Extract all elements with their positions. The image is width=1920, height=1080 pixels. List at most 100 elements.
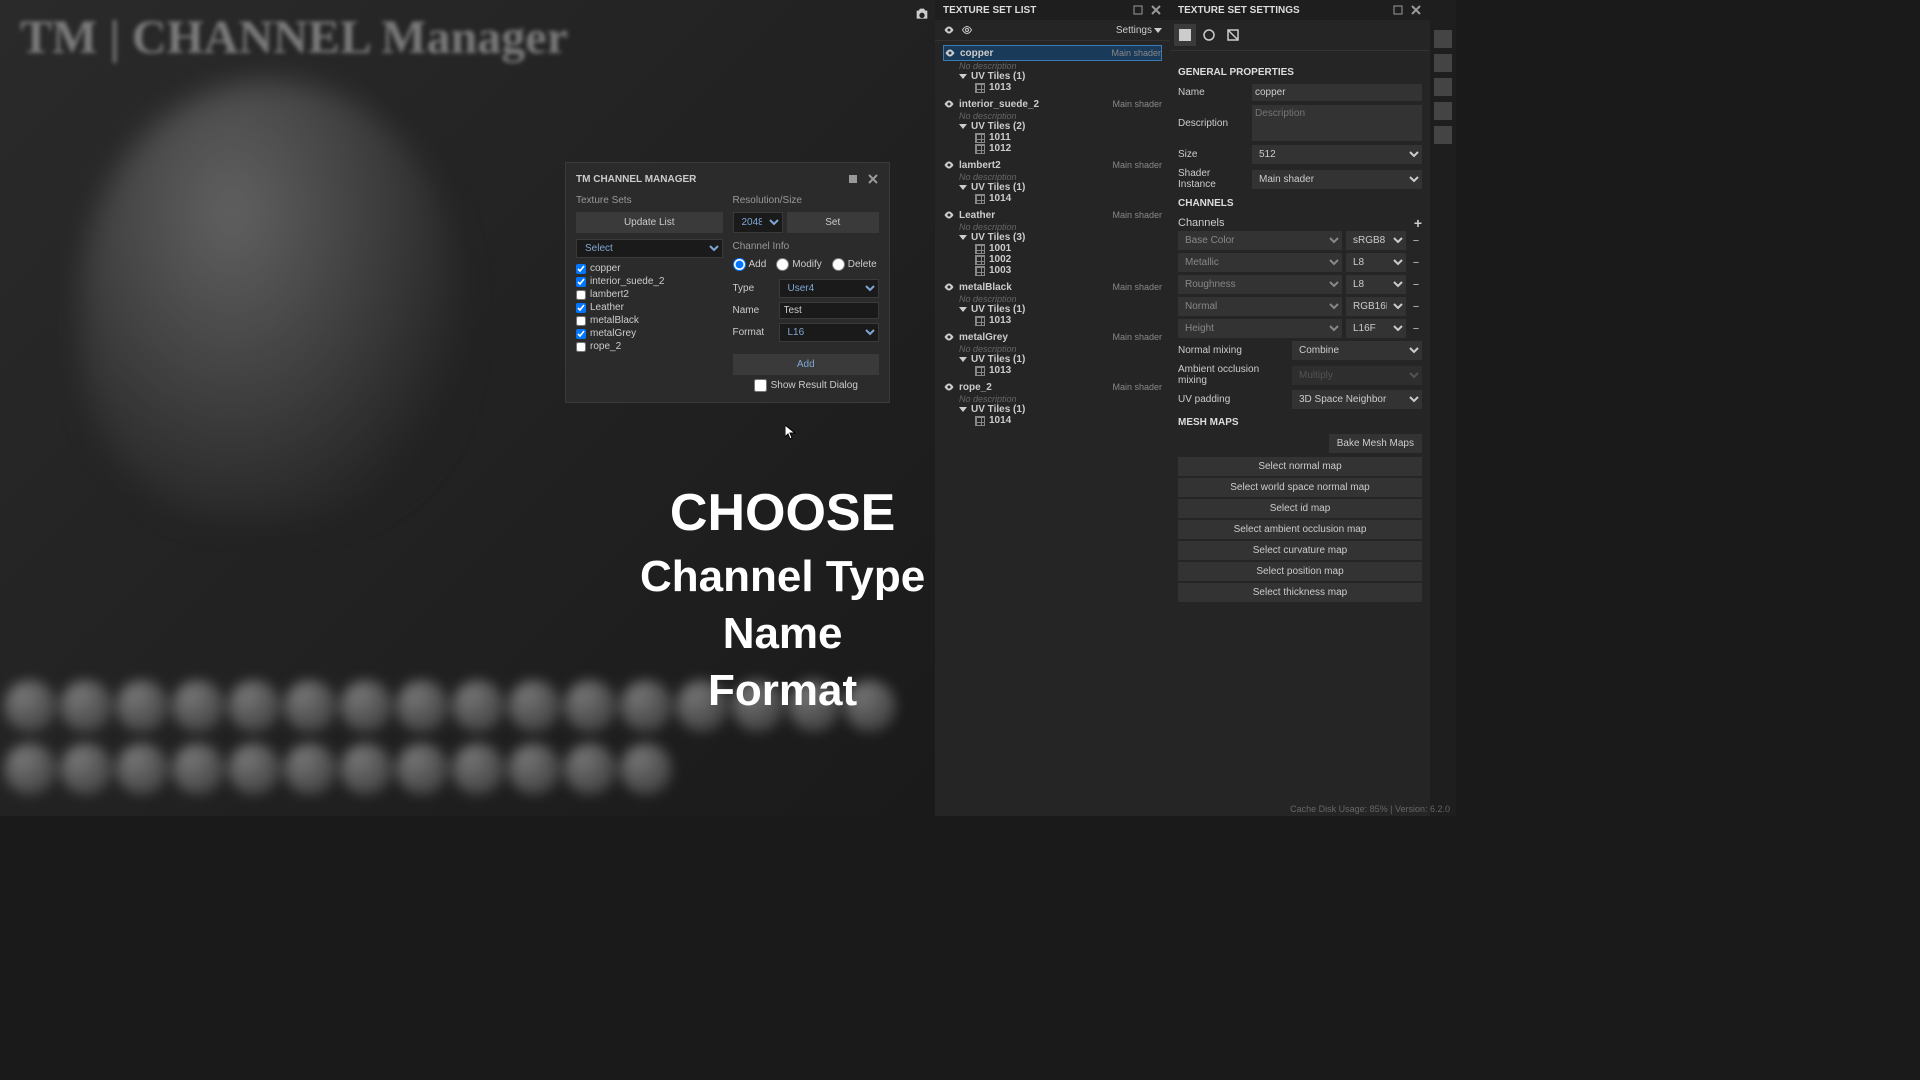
uv-tiles-row[interactable]: UV Tiles (1) (943, 182, 1162, 193)
delete-radio[interactable]: Delete (832, 258, 877, 271)
uv-tiles-row[interactable]: UV Tiles (2) (943, 121, 1162, 132)
bake-mesh-maps-button[interactable]: Bake Mesh Maps (1329, 434, 1422, 453)
tab-displacement[interactable] (1222, 24, 1244, 46)
mesh-map-button[interactable]: Select world space normal map (1178, 478, 1422, 497)
add-channel-button[interactable]: + (1414, 215, 1422, 231)
texture-set-row[interactable]: lambert2Main shader (943, 158, 1162, 172)
undock-icon[interactable] (1132, 4, 1144, 16)
mesh-map-button[interactable]: Select id map (1178, 499, 1422, 518)
camera-icon[interactable] (914, 6, 930, 22)
resolution-dropdown[interactable]: 2048 (733, 212, 783, 233)
remove-channel-button[interactable]: − (1410, 257, 1422, 269)
channel-name-dropdown[interactable]: Metallic (1178, 253, 1342, 272)
texture-set-row[interactable]: metalBlackMain shader (943, 280, 1162, 294)
strip-icon-5[interactable] (1434, 126, 1452, 144)
tss-title: TEXTURE SET SETTINGS (1178, 5, 1300, 16)
close-icon[interactable] (1150, 4, 1162, 16)
normal-mixing-dropdown[interactable]: Combine (1292, 341, 1422, 360)
tsl-settings-dropdown[interactable]: Settings (1116, 24, 1162, 36)
add-radio[interactable]: Add (733, 258, 767, 271)
uv-padding-dropdown[interactable]: 3D Space Neighbor (1292, 390, 1422, 409)
remove-channel-button[interactable]: − (1410, 301, 1422, 313)
pin-icon[interactable] (847, 173, 859, 185)
channel-name-dropdown[interactable]: Base Color (1178, 231, 1342, 250)
chk-interior_suede_2[interactable]: interior_suede_2 (576, 275, 723, 288)
tss-shader-dropdown[interactable]: Main shader (1252, 170, 1422, 189)
mesh-map-button[interactable]: Select curvature map (1178, 541, 1422, 560)
chk-copper[interactable]: copper (576, 262, 723, 275)
close-icon[interactable] (867, 173, 879, 185)
undock-icon[interactable] (1392, 4, 1404, 16)
texture-set-row[interactable]: LeatherMain shader (943, 208, 1162, 222)
uv-tile[interactable]: 1013 (943, 365, 1162, 376)
texture-set-row[interactable]: interior_suede_2Main shader (943, 97, 1162, 111)
channel-name-dropdown[interactable]: Roughness (1178, 275, 1342, 294)
uv-tile[interactable]: 1003 (943, 265, 1162, 276)
chk-rope_2[interactable]: rope_2 (576, 340, 723, 353)
type-dropdown[interactable]: User4 (779, 279, 879, 298)
uv-tile[interactable]: 1011 (943, 132, 1162, 143)
channel-format-dropdown[interactable]: RGB16F (1346, 297, 1406, 316)
resolution-label: Resolution/Size (733, 195, 880, 206)
set-button[interactable]: Set (787, 212, 880, 233)
chk-Leather[interactable]: Leather (576, 301, 723, 314)
texture-set-row[interactable]: copperMain shader (943, 45, 1162, 61)
uv-tile[interactable]: 1014 (943, 415, 1162, 426)
mesh-map-button[interactable]: Select normal map (1178, 457, 1422, 476)
update-list-button[interactable]: Update List (576, 212, 723, 233)
chk-lambert2[interactable]: lambert2 (576, 288, 723, 301)
uv-tile[interactable]: 1013 (943, 82, 1162, 93)
uv-tile[interactable]: 1013 (943, 315, 1162, 326)
mesh-map-button[interactable]: Select thickness map (1178, 583, 1422, 602)
ao-mixing-dropdown: Multiply (1292, 366, 1422, 385)
tss-size-dropdown[interactable]: 512 (1252, 145, 1422, 164)
channel-format-dropdown[interactable]: L8 (1346, 275, 1406, 294)
tss-name-input[interactable] (1252, 84, 1422, 101)
texture-sets-label: Texture Sets (576, 195, 723, 206)
uv-tiles-row[interactable]: UV Tiles (1) (943, 404, 1162, 415)
uv-tile[interactable]: 1012 (943, 143, 1162, 154)
select-dropdown[interactable]: Select (576, 239, 723, 258)
chk-metalBlack[interactable]: metalBlack (576, 314, 723, 327)
chk-metalGrey[interactable]: metalGrey (576, 327, 723, 340)
uv-tile[interactable]: 1001 (943, 243, 1162, 254)
texture-set-list-panel: TEXTURE SET LIST Settings copperMain sha… (935, 0, 1170, 816)
dialog-title: TM CHANNEL MANAGER (576, 174, 696, 185)
texture-set-row[interactable]: rope_2Main shader (943, 380, 1162, 394)
remove-channel-button[interactable]: − (1410, 279, 1422, 291)
channel-format-dropdown[interactable]: sRGB8 (1346, 231, 1406, 250)
texture-set-settings-panel: TEXTURE SET SETTINGS GENERAL PROPERTIES … (1170, 0, 1430, 816)
name-input[interactable] (779, 302, 879, 319)
uv-tile[interactable]: 1002 (943, 254, 1162, 265)
texture-set-checklist: copperinterior_suede_2lambert2Leathermet… (576, 262, 723, 353)
texture-set-row[interactable]: metalGreyMain shader (943, 330, 1162, 344)
tab-properties[interactable] (1174, 24, 1196, 46)
channel-name-dropdown[interactable]: Normal (1178, 297, 1342, 316)
strip-icon-1[interactable] (1434, 30, 1452, 48)
uv-tiles-row[interactable]: UV Tiles (1) (943, 71, 1162, 82)
close-icon[interactable] (1410, 4, 1422, 16)
remove-channel-button[interactable]: − (1410, 323, 1422, 335)
channel-format-dropdown[interactable]: L8 (1346, 253, 1406, 272)
show-result-checkbox[interactable] (754, 379, 767, 392)
remove-channel-button[interactable]: − (1410, 235, 1422, 247)
visibility-outline-icon[interactable] (961, 24, 973, 36)
format-dropdown[interactable]: L16 (779, 323, 879, 342)
mesh-map-button[interactable]: Select ambient occlusion map (1178, 520, 1422, 539)
uv-tiles-row[interactable]: UV Tiles (3) (943, 232, 1162, 243)
strip-icon-3[interactable] (1434, 78, 1452, 96)
tss-desc-input[interactable] (1252, 105, 1422, 141)
strip-icon-2[interactable] (1434, 54, 1452, 72)
tm-channel-manager-dialog: TM CHANNEL MANAGER Texture Sets Resoluti… (565, 162, 890, 403)
channel-format-dropdown[interactable]: L16F (1346, 319, 1406, 338)
mesh-map-button[interactable]: Select position map (1178, 562, 1422, 581)
uv-tiles-row[interactable]: UV Tiles (1) (943, 354, 1162, 365)
uv-tiles-row[interactable]: UV Tiles (1) (943, 304, 1162, 315)
add-button[interactable]: Add (733, 354, 880, 375)
uv-tile[interactable]: 1014 (943, 193, 1162, 204)
strip-icon-4[interactable] (1434, 102, 1452, 120)
modify-radio[interactable]: Modify (776, 258, 821, 271)
visibility-all-icon[interactable] (943, 24, 955, 36)
channel-name-dropdown[interactable]: Height (1178, 319, 1342, 338)
tab-shader[interactable] (1198, 24, 1220, 46)
